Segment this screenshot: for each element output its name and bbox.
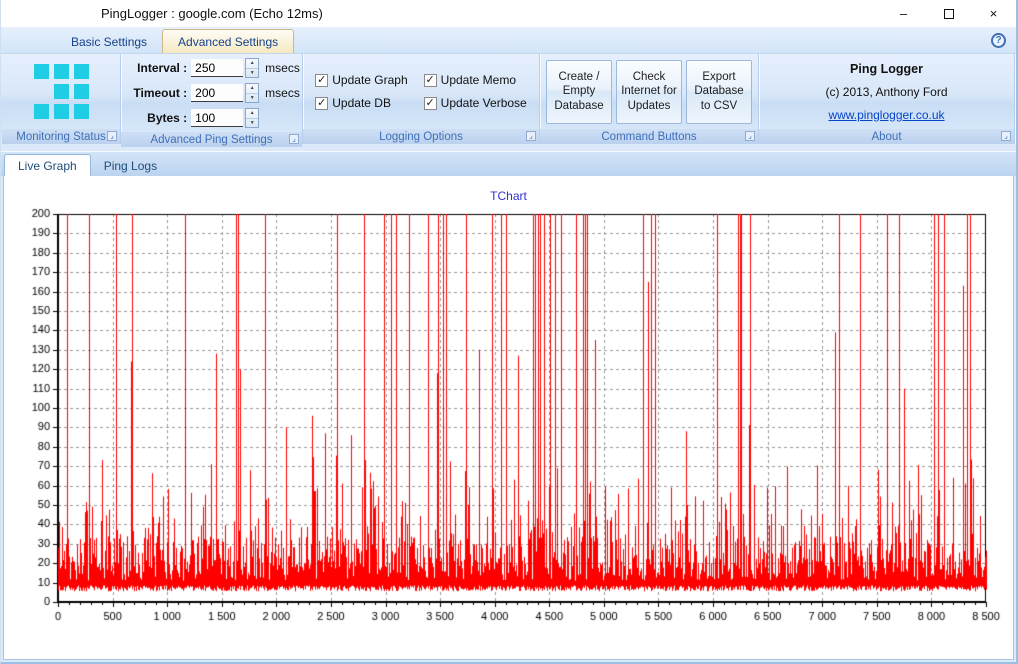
status-square bbox=[74, 104, 89, 119]
bytes-label: Bytes : bbox=[123, 111, 187, 125]
close-button[interactable]: × bbox=[971, 0, 1016, 27]
status-square bbox=[54, 64, 69, 79]
checkbox-checked-icon[interactable]: ✓ bbox=[424, 74, 437, 87]
group-about: Ping Logger (c) 2013, Anthony Ford www.p… bbox=[759, 54, 1015, 144]
live-graph-panel: TChart bbox=[3, 176, 1014, 660]
chart-title: TChart bbox=[4, 176, 1013, 206]
spin-down-icon[interactable]: ▼ bbox=[246, 119, 258, 128]
spin-up-icon[interactable]: ▲ bbox=[246, 109, 258, 119]
interval-input[interactable] bbox=[191, 59, 243, 77]
status-square bbox=[54, 104, 69, 119]
spin-down-icon[interactable]: ▼ bbox=[246, 94, 258, 103]
checkbox-update-memo[interactable]: ✓ Update Memo bbox=[424, 73, 527, 87]
checkbox-label: Update Verbose bbox=[441, 96, 527, 110]
dialog-launcher-icon[interactable]: ⌟ bbox=[107, 131, 117, 141]
window-title: PingLogger : google.com (Echo 12ms) bbox=[101, 6, 323, 21]
bytes-spinner: ▲ ▼ bbox=[245, 108, 259, 128]
dialog-launcher-icon[interactable]: ⌟ bbox=[1001, 131, 1011, 141]
status-square bbox=[74, 64, 89, 79]
checkbox-update-graph[interactable]: ✓ Update Graph bbox=[315, 73, 407, 87]
interval-label: Interval : bbox=[123, 61, 187, 75]
minimize-icon: – bbox=[900, 6, 907, 21]
group-caption-ping-settings: Advanced Ping Settings ⌟ bbox=[121, 132, 302, 147]
tab-ping-logs[interactable]: Ping Logs bbox=[91, 155, 170, 176]
spin-up-icon[interactable]: ▲ bbox=[246, 84, 258, 94]
group-caption-logging: Logging Options ⌟ bbox=[303, 129, 539, 144]
tab-advanced-settings[interactable]: Advanced Settings bbox=[162, 29, 294, 53]
check-internet-updates-button[interactable]: Check Internet for Updates bbox=[616, 60, 682, 124]
dialog-launcher-icon[interactable]: ⌟ bbox=[289, 134, 299, 144]
group-advanced-ping-settings: Interval : ▲ ▼ msecs Timeout : ▲ bbox=[121, 54, 303, 144]
group-caption-monitoring: Monitoring Status ⌟ bbox=[2, 129, 120, 144]
tab-live-graph[interactable]: Live Graph bbox=[4, 154, 91, 176]
group-caption-commands: Command Buttons ⌟ bbox=[540, 129, 758, 144]
spin-down-icon[interactable]: ▼ bbox=[246, 69, 258, 78]
checkbox-label: Update Graph bbox=[332, 73, 407, 87]
checkbox-label: Update DB bbox=[332, 96, 391, 110]
timeout-unit: msecs bbox=[265, 86, 300, 100]
interval-unit: msecs bbox=[265, 61, 300, 75]
close-icon: × bbox=[990, 6, 998, 21]
group-caption-label: Logging Options bbox=[379, 131, 463, 143]
checkbox-checked-icon[interactable]: ✓ bbox=[315, 97, 328, 110]
interval-spinner: ▲ ▼ bbox=[245, 58, 259, 78]
create-empty-database-button[interactable]: Create / Empty Database bbox=[546, 60, 612, 124]
checkbox-checked-icon[interactable]: ✓ bbox=[315, 74, 328, 87]
status-square bbox=[34, 104, 49, 119]
group-logging-options: ✓ Update Graph ✓ Update Memo ✓ Update DB… bbox=[303, 54, 540, 144]
group-command-buttons: Create / Empty Database Check Internet f… bbox=[540, 54, 759, 144]
copyright-text: (c) 2013, Anthony Ford bbox=[825, 85, 947, 99]
monitoring-status-indicator bbox=[34, 64, 89, 119]
help-icon[interactable]: ? bbox=[991, 33, 1006, 48]
bytes-input[interactable] bbox=[191, 109, 243, 127]
group-monitoring-status: Monitoring Status ⌟ bbox=[2, 54, 121, 144]
timeout-spinner: ▲ ▼ bbox=[245, 83, 259, 103]
tab-basic-settings[interactable]: Basic Settings bbox=[56, 30, 162, 53]
timeout-field-row: Timeout : ▲ ▼ msecs bbox=[123, 82, 300, 104]
checkbox-update-db[interactable]: ✓ Update DB bbox=[315, 96, 407, 110]
bytes-field-row: Bytes : ▲ ▼ bbox=[123, 107, 300, 129]
ping-chart-canvas bbox=[4, 206, 1008, 631]
status-square bbox=[34, 64, 49, 79]
group-caption-label: About bbox=[871, 131, 901, 143]
ribbon-tab-strip: Basic Settings Advanced Settings ? bbox=[1, 27, 1016, 54]
window-controls: – × bbox=[881, 0, 1016, 27]
group-caption-label: Advanced Ping Settings bbox=[150, 134, 272, 146]
status-square bbox=[54, 84, 69, 99]
group-caption-label: Monitoring Status bbox=[16, 131, 106, 143]
checkbox-checked-icon[interactable]: ✓ bbox=[424, 97, 437, 110]
status-square bbox=[74, 84, 89, 99]
timeout-input[interactable] bbox=[191, 84, 243, 102]
minimize-button[interactable]: – bbox=[881, 0, 926, 27]
dialog-launcher-icon[interactable]: ⌟ bbox=[526, 131, 536, 141]
pinglogger-website-link[interactable]: www.pinglogger.co.uk bbox=[828, 108, 944, 122]
interval-field-row: Interval : ▲ ▼ msecs bbox=[123, 57, 300, 79]
title-bar: PingLogger : google.com (Echo 12ms) – × bbox=[1, 0, 1016, 27]
view-tab-strip: Live Graph Ping Logs bbox=[1, 151, 1016, 176]
maximize-icon bbox=[944, 9, 954, 19]
export-database-csv-button[interactable]: Export Database to CSV bbox=[686, 60, 752, 124]
group-caption-about: About ⌟ bbox=[759, 129, 1014, 144]
ribbon: Monitoring Status ⌟ Interval : ▲ ▼ msecs bbox=[1, 54, 1016, 144]
maximize-button[interactable] bbox=[926, 0, 971, 27]
app-name: Ping Logger bbox=[850, 62, 923, 76]
app-window: PingLogger : google.com (Echo 12ms) – × … bbox=[0, 0, 1018, 664]
group-caption-label: Command Buttons bbox=[601, 131, 696, 143]
checkbox-label: Update Memo bbox=[441, 73, 516, 87]
spin-up-icon[interactable]: ▲ bbox=[246, 59, 258, 69]
checkbox-update-verbose[interactable]: ✓ Update Verbose bbox=[424, 96, 527, 110]
dialog-launcher-icon[interactable]: ⌟ bbox=[745, 131, 755, 141]
timeout-label: Timeout : bbox=[123, 86, 187, 100]
